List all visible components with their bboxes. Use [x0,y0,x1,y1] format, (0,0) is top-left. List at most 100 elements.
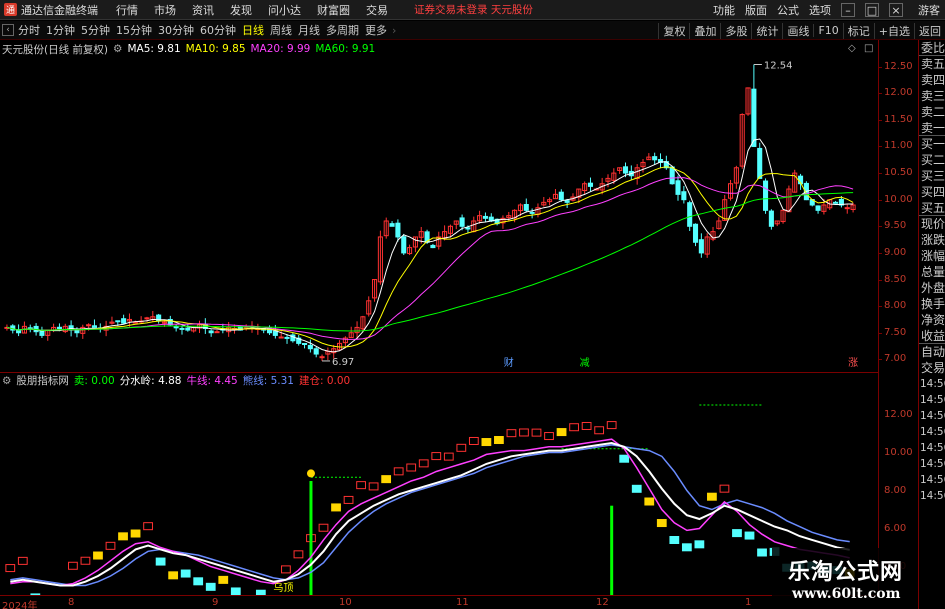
signal-block [281,565,291,574]
price-tick: 8.50 [884,273,907,285]
candle-body [56,326,62,329]
menu-item-news[interactable]: 资讯 [192,2,214,18]
candle-body [208,330,214,334]
signal-block [456,443,467,452]
candle-body [669,166,675,185]
signal-block [606,421,617,430]
app-logo-icon: 通 [4,3,17,16]
candle-body [523,203,529,211]
signal-block [569,423,579,432]
period-1min[interactable]: 1分钟 [46,22,75,38]
minimize-icon[interactable]: – [841,3,855,17]
overlay-button[interactable]: 叠加 [689,22,720,39]
back-button[interactable]: 返回 [914,22,945,39]
login-warning[interactable]: 证券交易未登录 天元股份 [414,2,533,17]
candle-body [833,201,839,204]
signal-block [230,587,241,595]
diamond-icon[interactable]: ◇ [848,43,856,54]
candle-body [401,236,407,254]
menu-item-layout[interactable]: 版面 [745,2,767,18]
menu-item-market[interactable]: 市场 [154,2,176,18]
menu-item-wealth[interactable]: 财富圈 [317,2,350,18]
menu-item-trade[interactable]: 交易 [366,2,388,18]
period-5min[interactable]: 5分钟 [81,22,110,38]
value-tick: 12.00 [884,408,913,420]
menu-item-formula[interactable]: 公式 [777,2,799,18]
quote-field-label: 买五 [919,201,945,216]
candlestick-chart[interactable]: 12.54 6.97 财 减 涨 [0,56,878,370]
candle-body [844,207,850,210]
signal-block [318,523,329,532]
price-tick: 8.00 [884,300,907,312]
candle-body [430,244,436,249]
multi-stock-button[interactable]: 多股 [720,22,751,39]
price-tick: 7.00 [884,353,907,365]
candle-body [687,202,693,227]
period-monthly[interactable]: 月线 [298,22,320,38]
high-price-label: 12.54 [764,61,793,72]
menu-item-function[interactable]: 功能 [713,2,735,18]
price-tick: 10.00 [884,193,913,205]
quote-field-label: 卖三 [921,89,945,103]
signal-block [68,561,78,570]
adjust-button[interactable]: 复权 [658,22,689,39]
signal-block [594,426,605,435]
add-watchlist-button[interactable]: +自选 [873,22,914,39]
toolbar-right: 复权 叠加 多股 统计 画线 F10 标记 +自选 返回 [658,21,945,40]
period-weekly[interactable]: 周线 [270,22,292,38]
signal-block [406,463,417,472]
indicator-chart[interactable]: 乌顶 [0,386,878,595]
signal-block [581,421,592,430]
watermark-url: www.60lt.com [792,586,901,602]
menu-toggle-icon[interactable]: ‹ [2,24,14,36]
period-30min[interactable]: 30分钟 [158,22,194,38]
signal-block [732,529,742,538]
signal-block [368,482,379,491]
period-15min[interactable]: 15分钟 [116,22,152,38]
quote-field-label: 委比 [919,41,945,56]
f10-button[interactable]: F10 [813,24,842,37]
menu-item-quotes[interactable]: 行情 [116,2,138,18]
quote-field-label: 买一 [921,137,945,151]
guest-label[interactable]: 游客 [918,2,940,18]
price-tick: 7.50 [884,326,907,338]
signal-block [619,454,630,463]
signal-block [531,428,542,437]
maximize-icon[interactable]: □ [865,3,879,17]
menu-item-discover[interactable]: 发现 [230,2,252,18]
signal-block [143,522,153,531]
signal-block [180,569,191,578]
signal-block [468,436,479,445]
stats-button[interactable]: 统计 [751,22,782,39]
settings-icon-sub[interactable]: ⚙ [2,375,11,387]
period-more[interactable]: 更多 [365,22,387,38]
signal-block [494,436,504,445]
ma60-line [6,192,854,332]
menu-item-options[interactable]: 选项 [809,2,831,18]
draw-button[interactable]: 画线 [782,22,813,39]
mark-button[interactable]: 标记 [842,22,874,39]
settings-icon[interactable]: ⚙ [113,43,122,55]
quote-field-label: 交易 [921,361,945,375]
tick-time: 14:56 [920,410,945,422]
candle-body [815,205,821,211]
quote-field-label: 换手 [921,297,945,311]
period-intraday[interactable]: 分时 [18,22,40,38]
menu-right: 功能 版面 公式 选项 – □ × 游客 [708,0,945,20]
period-60min[interactable]: 60分钟 [200,22,236,38]
menu-item-ask[interactable]: 问小达 [268,2,301,18]
date-tick: 10 [339,597,352,608]
period-multi[interactable]: 多周期 [326,22,359,38]
candle-body [675,180,681,195]
candle-body [692,223,699,243]
candle-body [465,227,471,230]
more-arrow-icon[interactable]: › [392,24,396,37]
stock-name[interactable]: 天元股份(日线 前复权) [2,42,108,57]
period-daily[interactable]: 日线 [242,22,264,38]
square-icon[interactable]: □ [864,43,873,54]
quote-field-label: 自动 [921,345,945,359]
candle-body [652,156,658,161]
signal-block [105,541,116,550]
close-icon[interactable]: × [889,3,903,17]
ma5-line [6,138,854,353]
